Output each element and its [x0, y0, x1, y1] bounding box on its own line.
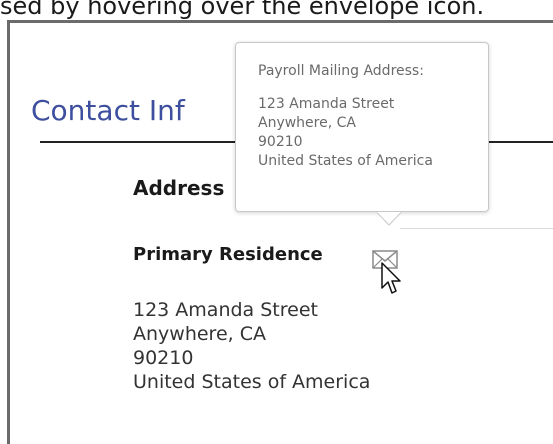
instruction-caption: sed by hovering over the envelope icon.	[0, 0, 485, 20]
address-line: 90210	[133, 347, 194, 369]
primary-residence-address: 123 Amanda Street Anywhere, CA 90210 Uni…	[133, 298, 370, 394]
mouse-pointer-icon	[381, 262, 403, 296]
tooltip-line: United States of America	[258, 153, 433, 169]
primary-residence-label: Primary Residence	[133, 244, 323, 265]
address-line: Anywhere, CA	[133, 323, 266, 345]
section-title: Contact Inf	[31, 94, 185, 127]
address-line: 123 Amanda Street	[133, 299, 318, 321]
tooltip-line: 90210	[258, 134, 303, 150]
address-heading: Address	[133, 176, 225, 200]
tooltip-line: 123 Amanda Street	[258, 96, 395, 112]
tooltip-arrow	[376, 211, 402, 226]
tooltip-title: Payroll Mailing Address:	[258, 63, 424, 79]
mailing-address-tooltip: Payroll Mailing Address: 123 Amanda Stre…	[235, 42, 489, 212]
tooltip-line: Anywhere, CA	[258, 115, 356, 131]
address-line: United States of America	[133, 371, 371, 393]
address-divider	[400, 228, 553, 229]
